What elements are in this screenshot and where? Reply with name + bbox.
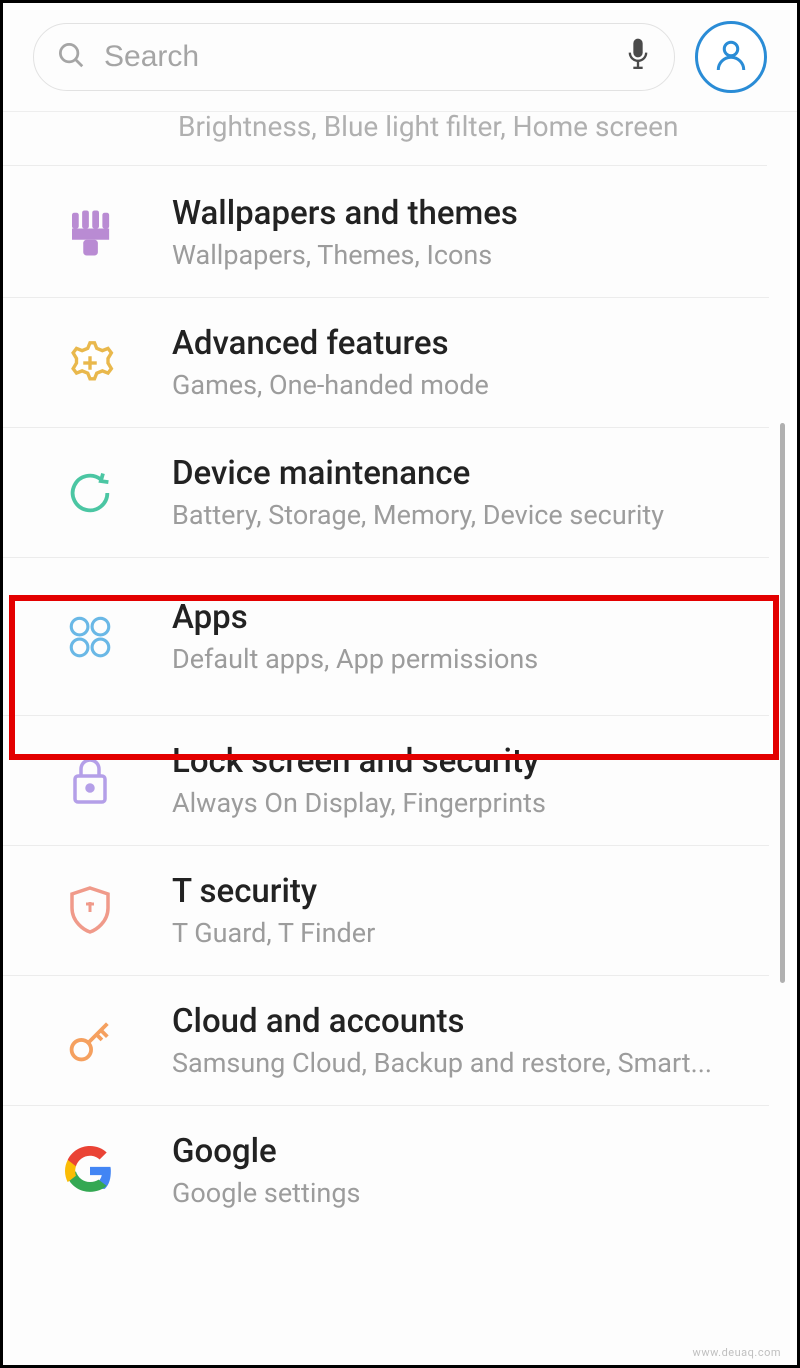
profile-icon bbox=[713, 37, 749, 77]
settings-item-maintenance[interactable]: Device maintenance Battery, Storage, Mem… bbox=[3, 428, 769, 558]
search-bar[interactable] bbox=[33, 23, 675, 91]
item-subtitle: Always On Display, Fingerprints bbox=[172, 787, 739, 819]
mic-icon[interactable] bbox=[624, 36, 652, 78]
apps-grid-icon bbox=[58, 605, 122, 669]
item-title: Google bbox=[172, 1132, 739, 1171]
shield-icon bbox=[58, 879, 122, 943]
item-title: Cloud and accounts bbox=[172, 1002, 739, 1041]
item-title: Device maintenance bbox=[172, 454, 739, 493]
key-icon bbox=[58, 1009, 122, 1073]
gear-plus-icon bbox=[58, 331, 122, 395]
profile-button[interactable] bbox=[695, 21, 767, 93]
scroll-indicator[interactable] bbox=[780, 423, 785, 983]
settings-item-apps[interactable]: Apps Default apps, App permissions bbox=[3, 558, 769, 716]
settings-item-wallpapers[interactable]: Wallpapers and themes Wallpapers, Themes… bbox=[3, 168, 769, 298]
brush-icon bbox=[58, 201, 122, 265]
watermark: www.deuaq.com bbox=[693, 1346, 781, 1359]
settings-item-google[interactable]: Google Google settings bbox=[3, 1106, 769, 1235]
item-subtitle: Default apps, App permissions bbox=[172, 643, 739, 675]
item-title: T security bbox=[172, 872, 739, 911]
item-subtitle: Google settings bbox=[172, 1177, 739, 1209]
item-title: Apps bbox=[172, 598, 739, 637]
settings-item-cloud[interactable]: Cloud and accounts Samsung Cloud, Backup… bbox=[3, 976, 769, 1106]
item-subtitle: Wallpapers, Themes, Icons bbox=[172, 239, 739, 271]
item-title: Advanced features bbox=[172, 324, 739, 363]
item-subtitle: Samsung Cloud, Backup and restore, Smart… bbox=[172, 1047, 739, 1079]
search-input[interactable] bbox=[104, 40, 606, 74]
lock-icon bbox=[58, 749, 122, 813]
item-subtitle: Battery, Storage, Memory, Device securit… bbox=[172, 499, 739, 531]
item-title: Wallpapers and themes bbox=[172, 194, 739, 233]
settings-item-lockscreen[interactable]: Lock screen and security Always On Displ… bbox=[3, 716, 769, 846]
settings-item-advanced[interactable]: Advanced features Games, One-handed mode bbox=[3, 298, 769, 428]
item-subtitle: Games, One-handed mode bbox=[172, 369, 739, 401]
partial-subtitle-display: Brightness, Blue light filter, Home scre… bbox=[3, 110, 767, 166]
refresh-circle-icon bbox=[58, 461, 122, 525]
item-subtitle: T Guard, T Finder bbox=[172, 917, 739, 949]
item-title: Lock screen and security bbox=[172, 742, 739, 781]
search-header bbox=[3, 3, 797, 112]
settings-item-tsecurity[interactable]: T security T Guard, T Finder bbox=[3, 846, 769, 976]
settings-list: Brightness, Blue light filter, Home scre… bbox=[3, 112, 797, 1235]
google-icon bbox=[58, 1139, 122, 1203]
search-icon bbox=[56, 40, 86, 74]
